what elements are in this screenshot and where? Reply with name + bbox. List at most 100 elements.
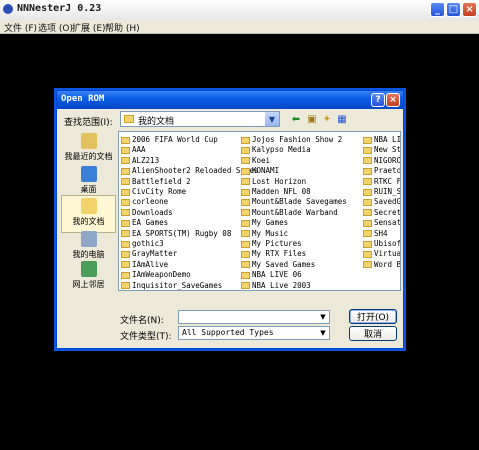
file-list-item[interactable]: RTKC F xyxy=(363,177,400,187)
file-name: AAA xyxy=(132,145,146,155)
file-name: NBA LIVE 06 xyxy=(252,270,302,280)
chevron-down-icon[interactable]: ▼ xyxy=(265,112,279,126)
file-list-item[interactable]: SavedG xyxy=(363,197,400,207)
file-list-item[interactable]: Praeto xyxy=(363,166,400,176)
file-list-item[interactable]: NBA Live 2003 xyxy=(241,281,311,290)
folder-icon xyxy=(363,167,372,175)
look-in-label: 查找范围(I): xyxy=(64,118,113,128)
file-list-item[interactable]: Word B xyxy=(363,260,400,270)
file-name: Madden NFL 08 xyxy=(252,187,311,196)
file-list-item[interactable]: My Saved Games xyxy=(241,260,315,270)
file-list-item[interactable]: Downloads xyxy=(121,208,173,218)
folder-icon xyxy=(121,146,130,154)
place-my-documents[interactable]: 我的文档 xyxy=(61,195,116,233)
chevron-down-icon[interactable]: ▼ xyxy=(317,327,329,339)
folder-icon xyxy=(121,136,130,144)
file-name: Secret xyxy=(374,207,401,217)
file-list-item[interactable]: EA SPORTS(TM) Rugby 08 xyxy=(121,229,231,239)
file-name: Sensat xyxy=(374,218,401,228)
cancel-button[interactable]: 取消 xyxy=(349,326,397,341)
file-name: Mount&Blade Warband xyxy=(252,207,338,217)
file-list-item[interactable]: RUIN_S xyxy=(363,187,400,197)
file-list-item[interactable]: Ubisof xyxy=(363,239,400,249)
file-list-item[interactable]: My Pictures xyxy=(241,239,302,249)
file-list-item[interactable]: Virtua xyxy=(363,249,400,259)
file-name-input[interactable]: ▼ xyxy=(178,310,330,324)
file-list-item[interactable]: EA Games xyxy=(121,218,168,228)
folder-icon xyxy=(121,198,130,206)
file-list-item[interactable]: New St xyxy=(363,145,400,155)
file-list-item[interactable]: Inquisitor_SaveGames xyxy=(121,281,222,290)
dialog-help-button[interactable]: ? xyxy=(371,93,385,107)
menu-file[interactable]: 文件 (F) xyxy=(4,21,37,34)
file-list-item[interactable]: corleone xyxy=(121,197,168,207)
folder-icon xyxy=(121,271,130,279)
file-list-item[interactable]: Koei xyxy=(241,156,270,166)
view-menu-icon[interactable]: ▦ xyxy=(335,112,349,126)
file-list-item[interactable]: AlienShooter2 Reloaded Saves xyxy=(121,166,258,176)
file-list-item[interactable]: Jojos Fashion Show 2 xyxy=(241,135,342,145)
file-list-item[interactable]: 2006 FIFA World Cup xyxy=(121,135,218,145)
file-list-item[interactable]: AAA xyxy=(121,145,146,155)
look-in-dropdown[interactable]: 我的文档 ▼ xyxy=(120,111,280,127)
open-button[interactable]: 打开(O) xyxy=(349,309,397,324)
file-list-item[interactable]: NBA LI xyxy=(363,135,400,145)
file-list-item[interactable]: IAmAlive xyxy=(121,260,168,270)
app-title: NNNesterJ 0.23 xyxy=(17,3,102,14)
menu-bar: 文件 (F) 选项 (O) 扩展 (E) 帮助 (H) xyxy=(0,20,479,34)
file-list-item[interactable]: NBA LIVE 06 xyxy=(241,270,302,280)
file-name: Koei xyxy=(252,155,271,165)
file-name: 2006 FIFA World Cup xyxy=(132,135,218,144)
file-name: ALZ213 xyxy=(132,155,160,165)
folder-icon xyxy=(241,230,250,238)
file-list-item[interactable]: Lost Horizon xyxy=(241,177,306,187)
file-name: EA Games xyxy=(132,218,169,228)
chevron-down-icon[interactable]: ▼ xyxy=(317,311,329,323)
file-list-item[interactable]: My RTX Files xyxy=(241,249,306,259)
file-list-item[interactable]: IAmWeaponDemo xyxy=(121,270,191,280)
file-list-item[interactable]: KONAMI xyxy=(241,166,279,176)
file-list-item[interactable]: GrayMatter xyxy=(121,249,177,259)
folder-icon xyxy=(241,271,250,279)
dialog-title-bar[interactable]: Open ROM ? × xyxy=(57,91,403,109)
file-list-item[interactable]: SH4 xyxy=(363,229,388,239)
file-type-select[interactable]: All Supported Types ▼ xyxy=(178,326,330,340)
new-folder-icon[interactable]: ✦ xyxy=(320,112,334,126)
file-list-item[interactable]: My Games xyxy=(241,218,288,228)
file-list[interactable]: 2006 FIFA World Cup AAA ALZ213 AlienShooter… xyxy=(118,131,401,291)
file-list-item[interactable]: CivCity Rome xyxy=(121,187,186,197)
file-list-item[interactable]: gothic3 xyxy=(121,239,164,249)
file-list-item[interactable]: ALZ213 xyxy=(121,156,159,166)
file-list-item[interactable]: Kalypso Media xyxy=(241,145,311,155)
file-list-item[interactable]: NIGORO xyxy=(363,155,401,166)
title-bar[interactable]: NNNesterJ 0.23 _ □ × xyxy=(0,0,479,21)
file-list-item[interactable]: Mount&Blade Warband xyxy=(241,208,338,218)
minimize-button[interactable]: _ xyxy=(430,2,445,17)
place-network-places[interactable]: 网上邻居 xyxy=(61,259,116,297)
folder-icon xyxy=(121,219,130,227)
up-folder-icon[interactable]: ▣ xyxy=(305,112,319,126)
file-name: AlienShooter2 Reloaded Saves xyxy=(132,166,259,176)
back-arrow-icon[interactable]: ⬅ xyxy=(289,112,303,126)
maximize-button[interactable]: □ xyxy=(446,2,461,17)
folder-icon xyxy=(363,240,372,248)
menu-extensions[interactable]: 扩展 (E) xyxy=(72,21,106,34)
app-icon xyxy=(3,4,13,14)
file-name: NIGORO xyxy=(374,155,401,165)
menu-help[interactable]: 帮助 (H) xyxy=(105,21,140,34)
dialog-close-button[interactable]: × xyxy=(386,93,400,107)
file-list-item[interactable]: Mount&Blade Savegames xyxy=(241,197,347,207)
folder-icon xyxy=(241,188,250,196)
file-list-item[interactable]: Madden NFL 08 xyxy=(241,187,311,197)
close-button[interactable]: × xyxy=(462,2,477,17)
file-name: Mount&Blade Savegames xyxy=(252,197,347,207)
folder-icon xyxy=(363,188,372,196)
folder-icon xyxy=(241,178,250,186)
folder-icon xyxy=(241,261,250,269)
file-name: EA SPORTS(TM) Rugby 08 xyxy=(132,228,232,238)
file-list-item[interactable]: Secret xyxy=(363,207,401,218)
file-list-item[interactable]: My Music xyxy=(241,229,288,239)
menu-options[interactable]: 选项 (O) xyxy=(38,21,73,34)
file-list-item[interactable]: Battlefield 2 xyxy=(121,177,191,187)
file-list-item[interactable]: Sensat xyxy=(363,218,401,228)
